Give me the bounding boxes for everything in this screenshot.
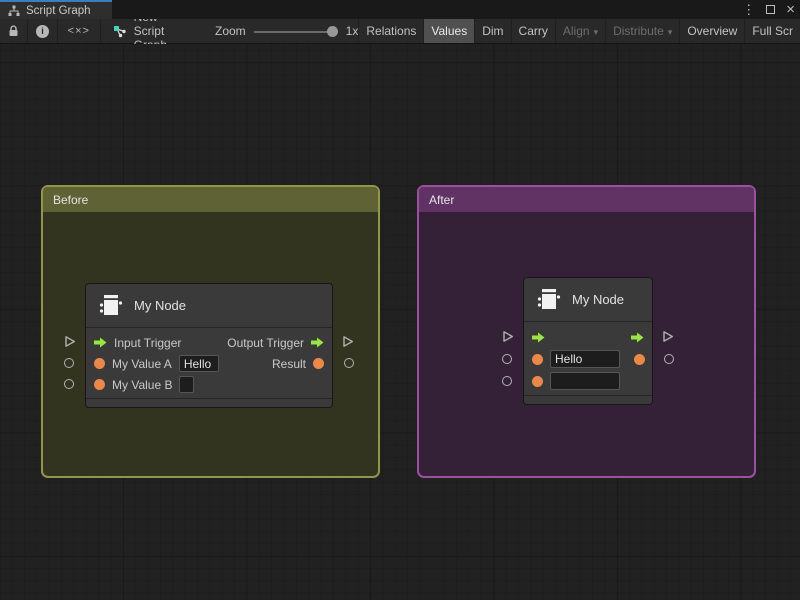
node-before-box[interactable]: My Node Input Trigger Output Trigger [85, 283, 333, 408]
result-port-icon[interactable] [634, 354, 645, 365]
window-menu-icon[interactable]: ⋮ [742, 3, 755, 16]
code-view-button[interactable]: <×> [58, 19, 101, 43]
zoom-label: Zoom [215, 24, 246, 38]
port-row-value-a [524, 348, 652, 370]
node-before-header[interactable]: My Node [86, 284, 332, 328]
close-icon[interactable]: × [786, 2, 795, 17]
zoom-value: 1x [346, 24, 359, 38]
code-view-icon: <×> [68, 25, 90, 37]
output-trigger-port-icon[interactable] [311, 337, 324, 348]
chevron-down-icon: ▾ [594, 27, 599, 38]
node-after-body [524, 322, 652, 392]
node-after-box[interactable]: My Node [523, 277, 653, 405]
input-trigger-label: Input Trigger [114, 336, 181, 350]
info-icon: i [36, 25, 49, 38]
node-before-title: My Node [134, 298, 186, 313]
group-after-title: After [429, 193, 454, 207]
unit-node-icon [535, 286, 562, 313]
input-trigger-port-icon[interactable] [532, 332, 545, 343]
external-trigger-in-port[interactable] [502, 330, 514, 343]
external-result-port[interactable] [344, 358, 354, 368]
align-dropdown[interactable]: Align ▾ [555, 19, 605, 43]
carry-label: Carry [519, 24, 548, 38]
output-trigger-port-icon[interactable] [631, 332, 644, 343]
value-a-input[interactable] [179, 355, 219, 372]
external-result-port[interactable] [664, 354, 674, 364]
external-value-b-port[interactable] [502, 376, 512, 386]
graph-toolbar: i <×> New Script Graph Zoom 1x Relations… [0, 19, 800, 44]
fullscreen-button[interactable]: Full Scr [744, 19, 800, 43]
value-b-label: My Value B [112, 378, 172, 392]
external-trigger-in-port[interactable] [64, 335, 76, 348]
tab-label: Script Graph [26, 5, 91, 17]
value-a-port-icon[interactable] [94, 358, 105, 369]
inspect-button[interactable]: i [28, 19, 58, 43]
value-b-port-icon[interactable] [532, 376, 543, 387]
node-after-title: My Node [572, 292, 624, 307]
group-before-header[interactable]: Before [43, 187, 378, 212]
result-label: Result [272, 357, 306, 371]
external-value-b-port[interactable] [64, 379, 74, 389]
lock-button[interactable] [0, 19, 28, 43]
graph-name-chip[interactable]: New Script Graph [101, 19, 179, 43]
group-before-title: Before [53, 193, 88, 207]
overview-button[interactable]: Overview [679, 19, 744, 43]
value-a-label: My Value A [112, 357, 172, 371]
dim-button[interactable]: Dim [474, 19, 510, 43]
dim-label: Dim [482, 24, 503, 38]
port-row-value-b [524, 370, 652, 392]
node-after-header[interactable]: My Node [524, 278, 652, 322]
external-trigger-out-port[interactable] [662, 330, 674, 343]
value-b-input[interactable] [179, 376, 194, 393]
zoom-slider-track [254, 31, 338, 33]
node-before[interactable]: My Node Input Trigger Output Trigger [85, 283, 333, 408]
external-trigger-out-port[interactable] [342, 335, 354, 348]
fullscreen-label: Full Scr [752, 24, 793, 38]
distribute-label: Distribute [613, 24, 664, 38]
port-row-trigger [524, 326, 652, 348]
tab-script-graph[interactable]: Script Graph [0, 0, 112, 19]
port-row-value-a: My Value A Result [86, 353, 332, 374]
graph-canvas[interactable]: Before After My Node [0, 44, 800, 600]
align-label: Align [563, 24, 590, 38]
values-label: Values [431, 24, 467, 38]
graph-icon [113, 25, 127, 38]
port-row-value-b: My Value B [86, 374, 332, 395]
port-row-trigger: Input Trigger Output Trigger [86, 332, 332, 353]
relations-button[interactable]: Relations [358, 19, 423, 43]
node-after-footer [524, 395, 652, 404]
values-button[interactable]: Values [423, 19, 474, 43]
view-buttons: Relations Values Dim Carry Align ▾ Distr… [358, 19, 800, 43]
overview-label: Overview [687, 24, 737, 38]
carry-button[interactable]: Carry [511, 19, 555, 43]
value-b-port-icon[interactable] [94, 379, 105, 390]
result-port-icon[interactable] [313, 358, 324, 369]
zoom-slider-handle[interactable] [327, 26, 338, 37]
zoom-control: Zoom 1x [215, 19, 358, 43]
zoom-slider[interactable] [254, 26, 338, 37]
value-b-input[interactable] [550, 372, 620, 390]
input-trigger-port-icon[interactable] [94, 337, 107, 348]
node-before-footer [86, 398, 332, 407]
value-a-port-icon[interactable] [532, 354, 543, 365]
group-after-header[interactable]: After [419, 187, 754, 212]
output-trigger-label: Output Trigger [227, 336, 304, 350]
relations-label: Relations [366, 24, 416, 38]
lock-icon [8, 25, 19, 37]
node-before-body: Input Trigger Output Trigger My Value A … [86, 328, 332, 395]
window-titlebar: Script Graph ⋮ × [0, 0, 800, 19]
value-a-input[interactable] [550, 350, 620, 368]
maximize-icon[interactable] [766, 5, 775, 14]
node-after[interactable]: My Node [523, 277, 653, 405]
unit-node-icon [97, 292, 124, 319]
window-controls: ⋮ × [742, 0, 795, 19]
distribute-dropdown[interactable]: Distribute ▾ [605, 19, 679, 43]
chevron-down-icon: ▾ [668, 27, 673, 38]
external-value-a-port[interactable] [502, 354, 512, 364]
external-value-a-port[interactable] [64, 358, 74, 368]
script-graph-icon [8, 5, 20, 17]
